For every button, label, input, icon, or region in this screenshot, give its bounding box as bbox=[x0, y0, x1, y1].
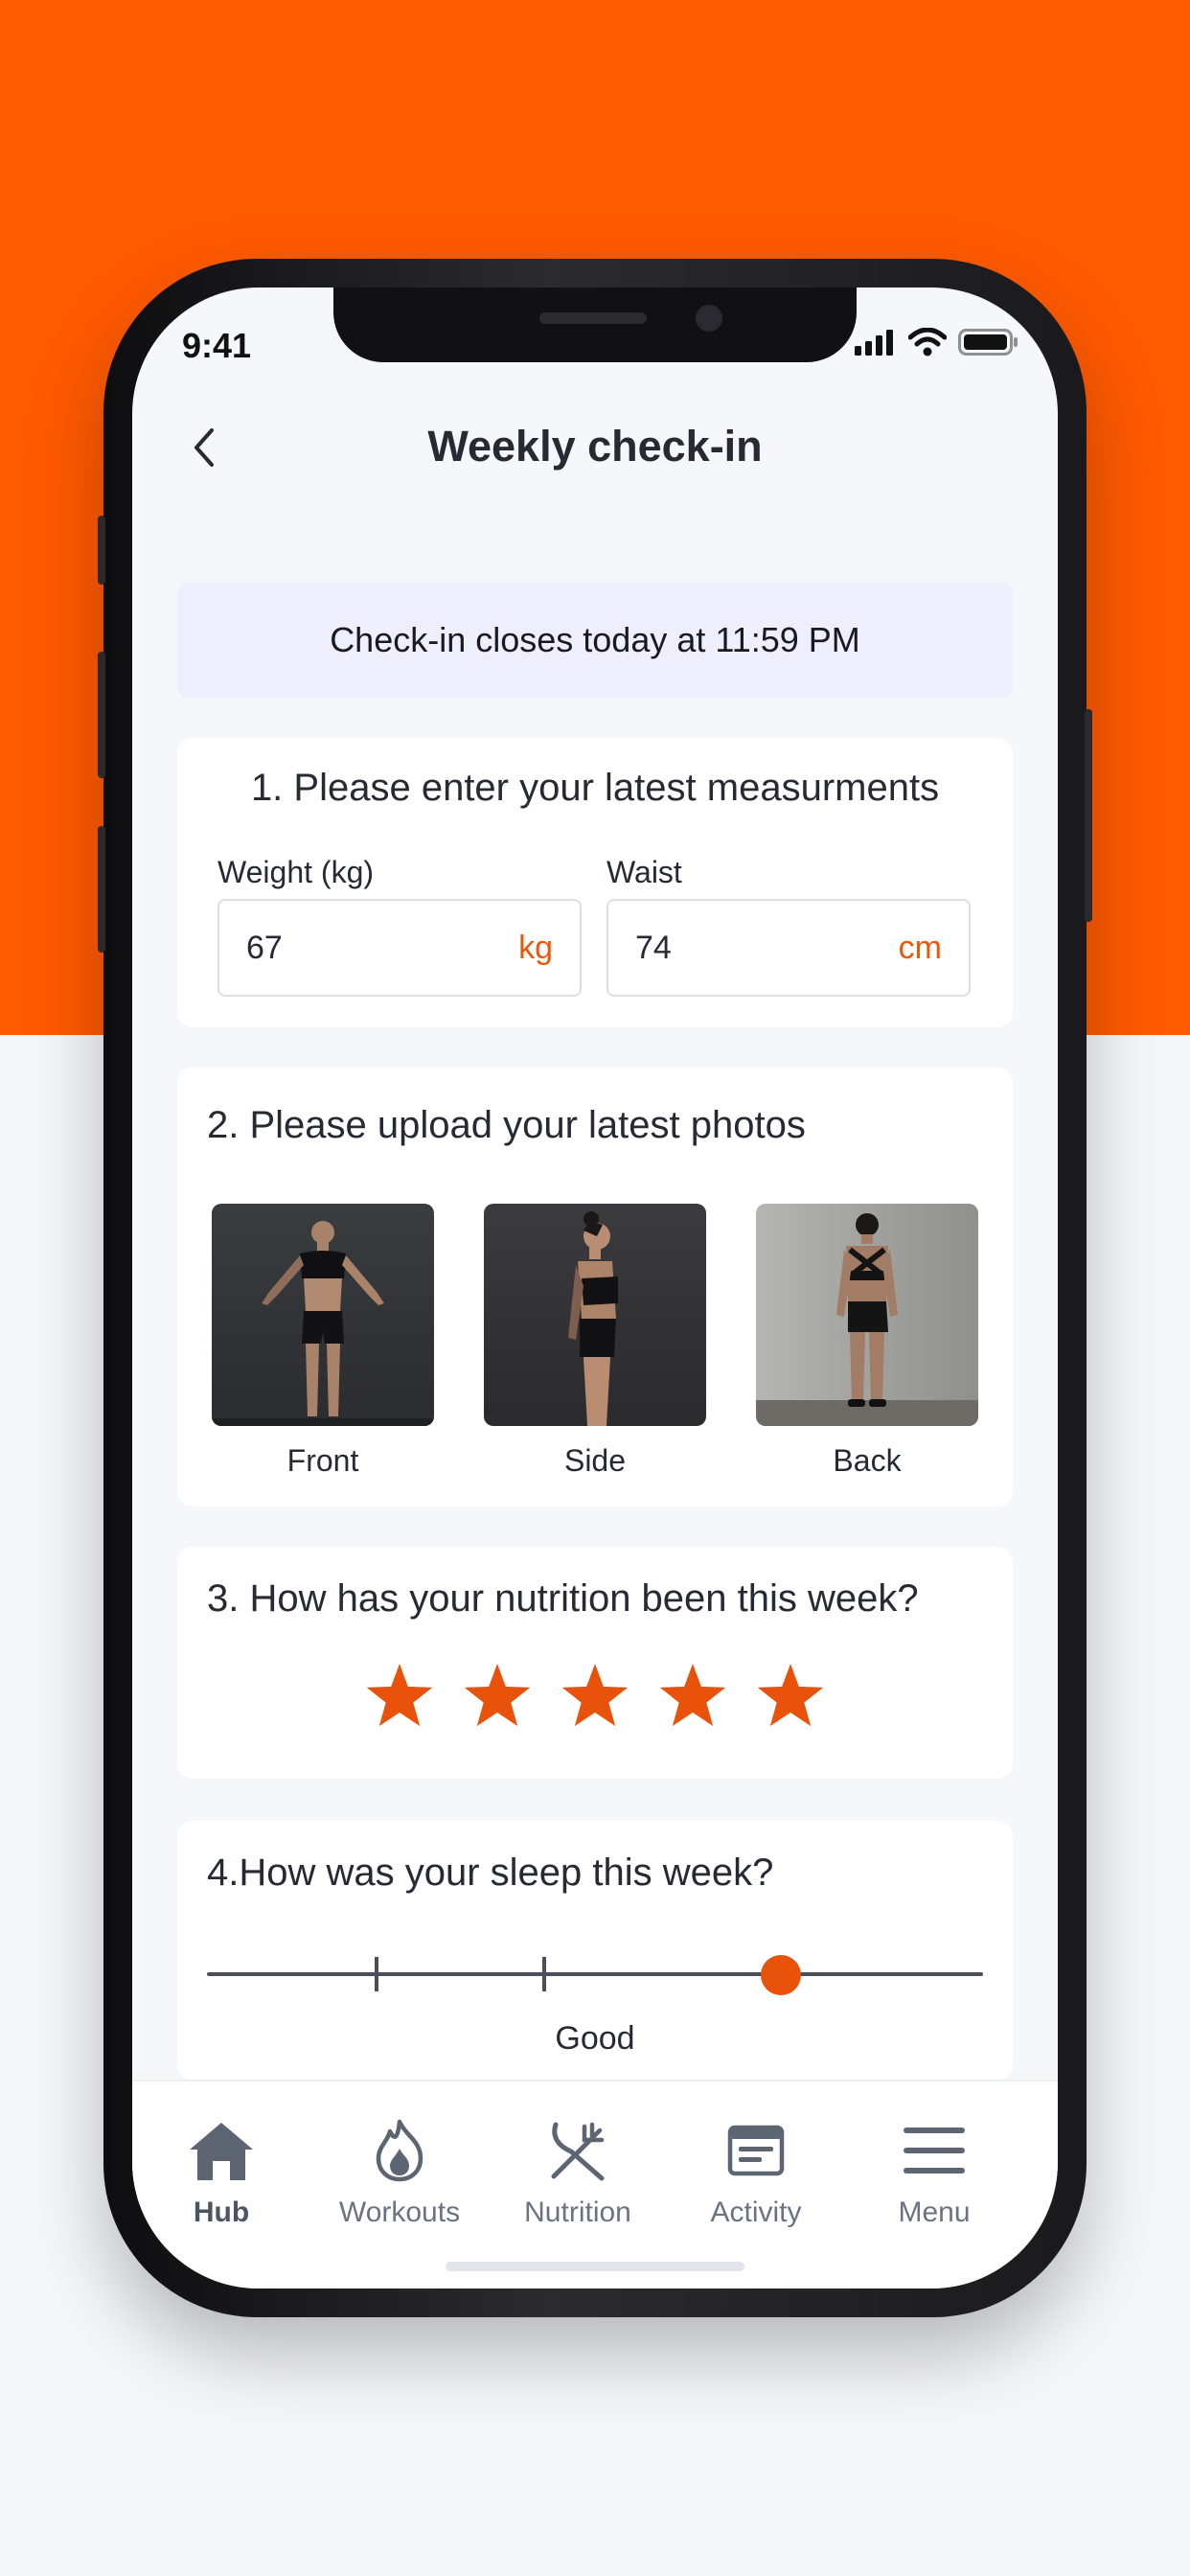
phone-screen: 9:41 Weekly check-in Check-in closes tod… bbox=[132, 288, 1058, 2288]
home-icon bbox=[190, 2123, 253, 2180]
tab-hub[interactable]: Hub bbox=[132, 2116, 310, 2229]
tab-nutrition-label: Nutrition bbox=[524, 2196, 631, 2228]
weight-field[interactable]: 67 kg bbox=[217, 899, 582, 997]
tab-hub-label: Hub bbox=[193, 2196, 250, 2228]
nutrition-card: 3. How has your nutrition been this week… bbox=[177, 1547, 1013, 1779]
back-photo-figure bbox=[756, 1213, 978, 1426]
back-photo[interactable] bbox=[756, 1204, 978, 1426]
waist-value: 74 bbox=[635, 930, 672, 966]
star-icon[interactable] bbox=[365, 1662, 434, 1731]
weight-value: 67 bbox=[246, 930, 283, 966]
waist-label: Waist bbox=[606, 855, 682, 889]
tab-menu[interactable]: Menu bbox=[845, 2116, 1023, 2229]
sleep-title: 4.How was your sleep this week? bbox=[207, 1852, 774, 1894]
star-icon[interactable] bbox=[658, 1662, 727, 1731]
power-button bbox=[1085, 709, 1092, 922]
weight-label: Weight (kg) bbox=[217, 855, 375, 889]
slider-thumb[interactable] bbox=[761, 1955, 802, 1995]
photos-title: 2. Please upload your latest photos bbox=[207, 1104, 806, 1146]
deadline-text: Check-in closes today at 11:59 PM bbox=[330, 620, 860, 659]
speaker bbox=[539, 312, 647, 324]
weight-unit: kg bbox=[518, 930, 553, 966]
battery-icon bbox=[958, 329, 1018, 356]
photos-card: 2. Please upload your latest photos Fron… bbox=[177, 1068, 1013, 1506]
activity-card-icon bbox=[727, 2125, 785, 2176]
notch bbox=[333, 288, 857, 362]
status-time: 9:41 bbox=[182, 326, 252, 365]
sleep-value-label: Good bbox=[555, 2020, 635, 2057]
slider-tick bbox=[542, 1957, 547, 1991]
front-photo-label: Front bbox=[286, 1443, 359, 1478]
tab-nutrition[interactable]: Nutrition bbox=[489, 2116, 667, 2229]
star-icon[interactable] bbox=[756, 1662, 825, 1731]
tab-workouts-label: Workouts bbox=[338, 2196, 461, 2228]
waist-field[interactable]: 74 cm bbox=[606, 899, 971, 997]
home-indicator bbox=[446, 2262, 744, 2271]
status-icons bbox=[855, 328, 1019, 356]
tab-menu-label: Menu bbox=[898, 2196, 971, 2228]
flame-icon bbox=[376, 2119, 423, 2182]
volume-up-button bbox=[98, 652, 105, 778]
slider-tick bbox=[375, 1957, 379, 1991]
volume-down-button bbox=[98, 826, 105, 953]
back-photo-label: Back bbox=[833, 1443, 902, 1478]
tab-activity-label: Activity bbox=[710, 2196, 802, 2228]
deadline-banner: Check-in closes today at 11:59 PM bbox=[177, 583, 1013, 698]
side-photo[interactable] bbox=[484, 1204, 706, 1426]
star-icon[interactable] bbox=[561, 1662, 629, 1731]
slider-track bbox=[207, 1972, 983, 1976]
front-camera bbox=[696, 305, 722, 332]
measurements-title: 1. Please enter your latest measurments bbox=[250, 767, 940, 809]
tab-workouts[interactable]: Workouts bbox=[310, 2116, 489, 2229]
sleep-card: 4.How was your sleep this week? Good bbox=[177, 1821, 1013, 2080]
side-photo-figure bbox=[568, 1211, 618, 1426]
wifi-icon bbox=[908, 328, 947, 356]
star-icon[interactable] bbox=[463, 1662, 532, 1731]
measurements-card: 1. Please enter your latest measurments … bbox=[177, 738, 1013, 1027]
sleep-slider[interactable] bbox=[207, 1955, 983, 1995]
nutrition-title: 3. How has your nutrition been this week… bbox=[207, 1577, 919, 1620]
signal-icon bbox=[855, 330, 893, 356]
front-photo-figure bbox=[212, 1221, 434, 1426]
mute-switch bbox=[98, 516, 105, 585]
bottom-tab-bar: Hub Workouts Nutrition Activity Menu bbox=[132, 2080, 1058, 2288]
fork-knife-icon bbox=[551, 2122, 605, 2181]
page-title: Weekly check-in bbox=[427, 422, 763, 471]
tab-activity[interactable]: Activity bbox=[667, 2116, 845, 2229]
side-photo-label: Side bbox=[563, 1443, 627, 1478]
waist-unit: cm bbox=[898, 930, 942, 966]
star-rating[interactable] bbox=[177, 1662, 1013, 1731]
menu-icon bbox=[904, 2128, 965, 2174]
front-photo[interactable] bbox=[212, 1204, 434, 1426]
